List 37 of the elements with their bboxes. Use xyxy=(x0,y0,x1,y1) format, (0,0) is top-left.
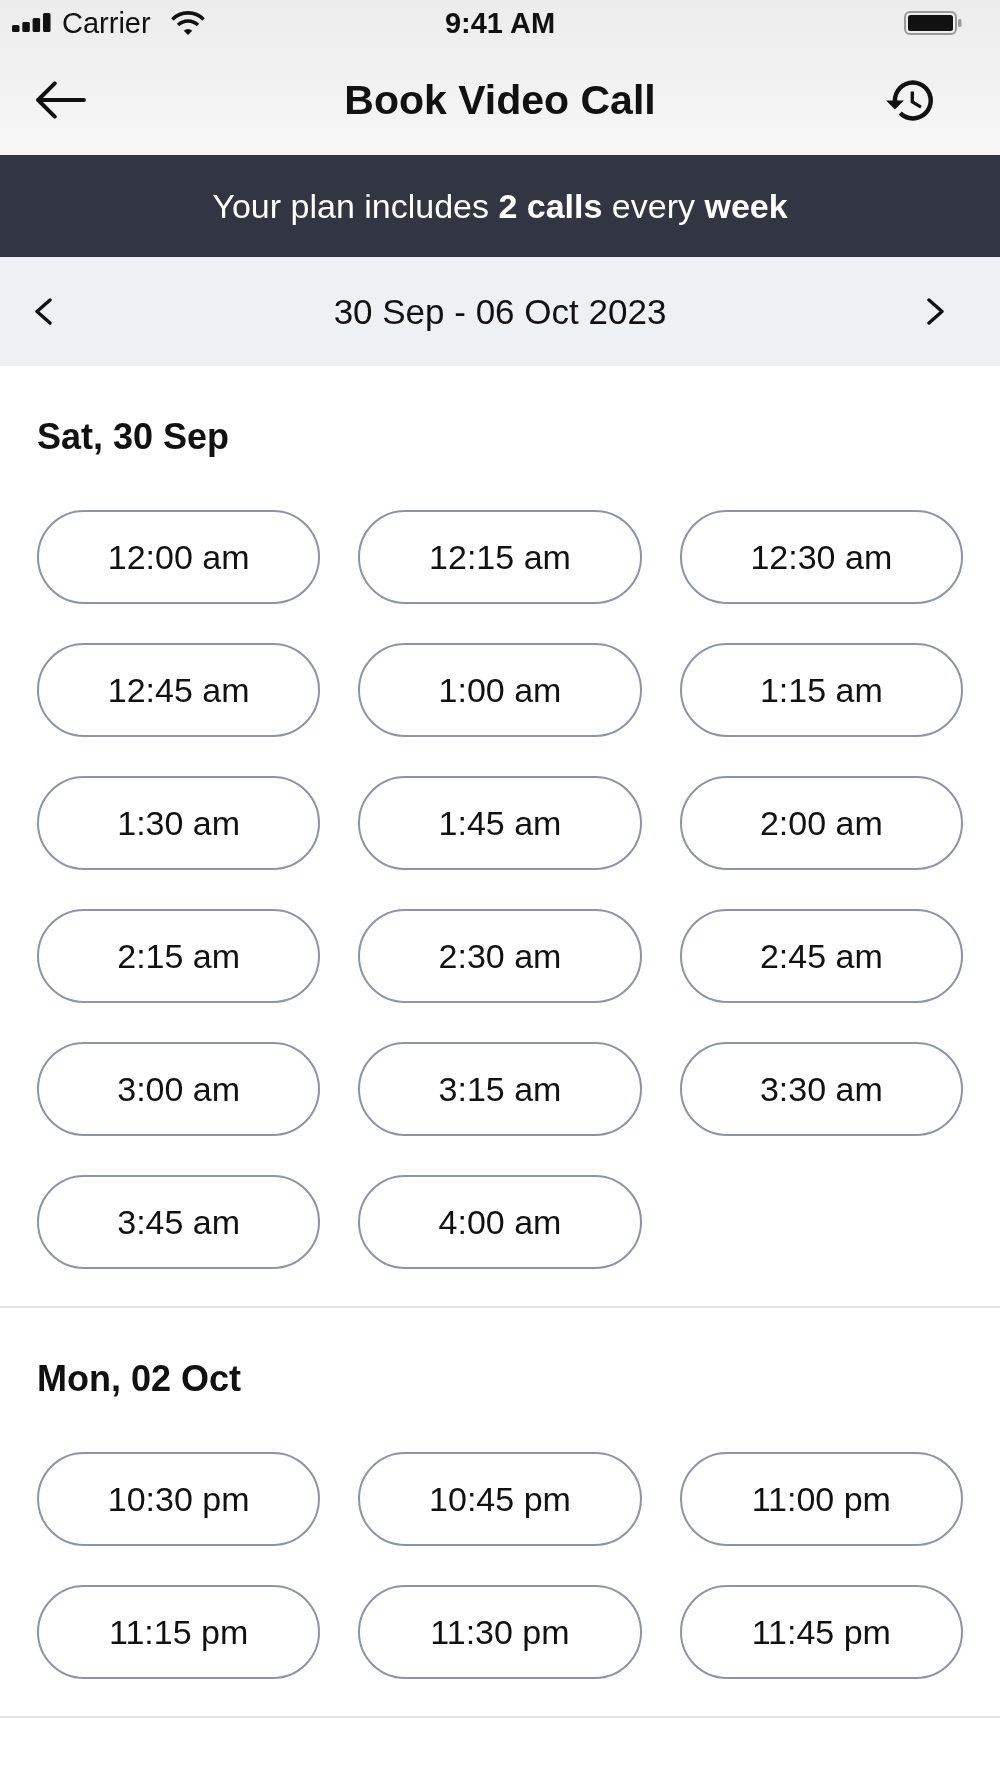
time-slot-button[interactable]: 12:00 am xyxy=(37,510,321,604)
time-slot-button[interactable]: 2:00 am xyxy=(679,776,963,870)
back-arrow-icon[interactable] xyxy=(36,81,86,119)
clock-time: 9:41 AM xyxy=(444,5,556,40)
time-slot-button[interactable]: 4:00 am xyxy=(358,1175,642,1269)
day-heading: Sat, 30 Sep xyxy=(37,415,231,459)
time-slot-button[interactable]: 3:45 am xyxy=(37,1175,321,1269)
chevron-right-icon[interactable] xyxy=(926,298,945,325)
time-slot-button[interactable]: 11:00 pm xyxy=(679,1452,963,1546)
time-slot-button[interactable]: 2:30 am xyxy=(358,909,642,1003)
date-range-text: 30 Sep - 06 Oct 2023 xyxy=(333,290,667,333)
history-icon[interactable] xyxy=(886,79,933,121)
time-slot-button[interactable]: 1:30 am xyxy=(37,776,321,870)
page-title: Book Video Call xyxy=(344,76,656,125)
time-slot-button[interactable]: 11:15 pm xyxy=(37,1585,321,1679)
carrier-name: Carrier xyxy=(62,5,151,40)
time-slot-button[interactable]: 11:30 pm xyxy=(358,1585,642,1679)
time-slot-button[interactable]: 1:45 am xyxy=(358,776,642,870)
time-slot-button[interactable]: 3:30 am xyxy=(679,1042,963,1136)
time-slot-button[interactable]: 11:45 pm xyxy=(679,1585,963,1679)
time-slot-button[interactable]: 3:15 am xyxy=(358,1042,642,1136)
time-slot-button[interactable]: 2:15 am xyxy=(37,909,321,1003)
time-slot-button[interactable]: 1:15 am xyxy=(679,643,963,737)
signal-icon xyxy=(12,13,51,32)
time-slot-button[interactable]: 3:00 am xyxy=(37,1042,321,1136)
time-slot-button[interactable]: 10:30 pm xyxy=(37,1452,321,1546)
wifi-icon xyxy=(170,10,205,35)
plan-info-text: Your plan includes 2 calls every week xyxy=(212,186,788,227)
time-slot-button[interactable]: 1:00 am xyxy=(358,643,642,737)
time-slot-button[interactable]: 10:45 pm xyxy=(358,1452,642,1546)
day-heading: Mon, 02 Oct xyxy=(37,1357,243,1401)
time-slot-button[interactable]: 2:45 am xyxy=(679,909,963,1003)
time-slot-button[interactable]: 12:30 am xyxy=(679,510,963,604)
time-slot-button[interactable]: 12:45 am xyxy=(37,643,321,737)
chevron-left-icon[interactable] xyxy=(34,298,53,325)
battery-icon xyxy=(904,10,962,35)
time-slot-button[interactable]: 12:15 am xyxy=(358,510,642,604)
